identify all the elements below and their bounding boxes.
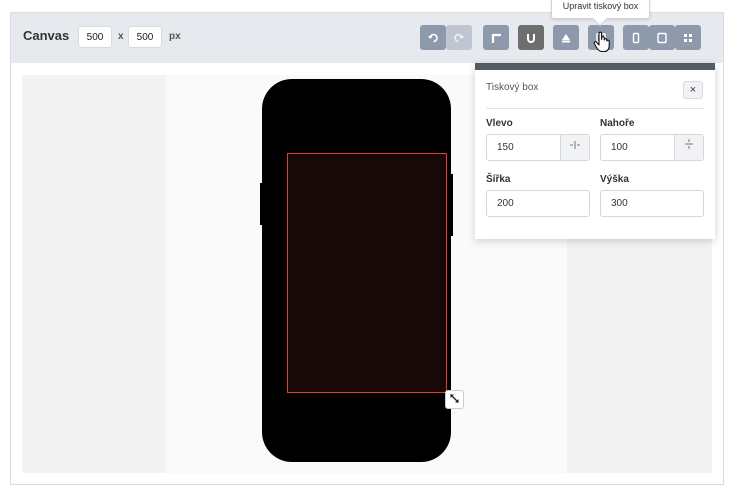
corner-icon <box>490 32 502 44</box>
canvas-width-input[interactable]: 500 <box>78 26 112 48</box>
magnet-icon <box>525 32 537 44</box>
redo-button[interactable] <box>446 25 472 50</box>
undo-icon <box>427 32 439 44</box>
tooltip: Upravit tiskový box <box>551 0 650 19</box>
phone-view-button[interactable] <box>623 25 649 50</box>
top-field[interactable]: 100 <box>600 134 704 161</box>
tablet-view-button[interactable] <box>649 25 675 50</box>
center-vertical-icon <box>684 135 694 160</box>
center-horizontal-button[interactable] <box>560 135 589 160</box>
phone-side-button-left <box>260 183 264 225</box>
height-field[interactable]: 300 <box>600 190 704 217</box>
panel-title: Tiskový box <box>486 82 539 93</box>
resize-handle[interactable] <box>445 390 464 409</box>
panel-close-button[interactable]: × <box>683 81 703 99</box>
dimension-separator: x <box>118 31 124 42</box>
phone-side-button-right <box>449 174 453 236</box>
unit-label: px <box>169 31 181 42</box>
redo-icon <box>453 32 465 44</box>
hand-cursor-icon <box>593 31 611 58</box>
resize-icon <box>449 391 460 409</box>
layers-button[interactable] <box>553 25 579 50</box>
corner-button[interactable] <box>483 25 509 50</box>
top-label: Nahoře <box>600 118 635 129</box>
left-field[interactable]: 150 <box>486 134 590 161</box>
layers-icon <box>560 32 572 44</box>
canvas-height-input[interactable]: 500 <box>128 26 162 48</box>
grid-view-button[interactable] <box>675 25 701 50</box>
height-label: Výška <box>600 174 629 185</box>
panel-divider <box>486 108 704 109</box>
undo-button[interactable] <box>420 25 446 50</box>
canvas-title: Canvas <box>23 28 70 43</box>
grid-icon <box>682 32 694 44</box>
top-value: 100 <box>611 142 628 153</box>
center-horizontal-icon <box>569 135 581 160</box>
tablet-icon <box>656 32 668 44</box>
print-box-panel: Tiskový box × Vlevo 150 Nahoře 100 Šířka… <box>475 63 715 239</box>
width-label: Šířka <box>486 174 511 185</box>
width-field[interactable]: 200 <box>486 190 590 217</box>
magnet-button[interactable] <box>518 25 544 50</box>
toolbar: Canvas 500 x 500 px <box>11 13 723 63</box>
phone-portrait-icon <box>630 32 642 44</box>
left-value: 150 <box>497 142 514 153</box>
print-box[interactable] <box>287 153 447 393</box>
center-vertical-button[interactable] <box>674 135 703 160</box>
left-label: Vlevo <box>486 118 513 129</box>
